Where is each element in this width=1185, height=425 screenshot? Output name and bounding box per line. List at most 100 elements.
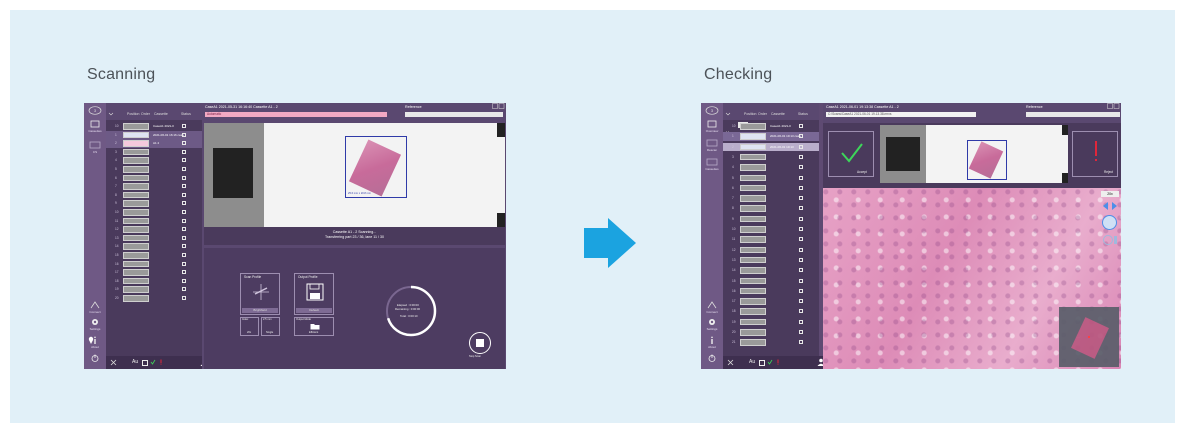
status-checkbox[interactable] [799, 288, 803, 293]
exclamation-icon[interactable] [776, 359, 780, 365]
status-checkbox[interactable] [799, 309, 803, 314]
list-item[interactable]: 16 [106, 260, 202, 269]
list-item[interactable]: 10 CaseA1 2021-0 [106, 122, 202, 131]
status-checkbox[interactable] [182, 287, 186, 292]
accept-button[interactable]: Accept [828, 131, 874, 177]
list-item[interactable]: 6 [723, 184, 819, 193]
status-checkbox[interactable] [182, 158, 186, 163]
list-item[interactable]: 1 2021-06-01 16:16 case [106, 130, 202, 140]
rescan-icon[interactable] [706, 139, 718, 147]
status-checkbox[interactable] [799, 165, 803, 170]
list-item[interactable]: 11 [723, 235, 819, 244]
col-cassette[interactable]: Cassette [154, 112, 168, 116]
status-checkbox[interactable] [799, 278, 803, 283]
list-item[interactable]: 21 [723, 338, 819, 347]
list-item[interactable]: 10 CaseA1 2021-0 [723, 122, 819, 131]
scan-profile-card[interactable]: Scan Profile Brightfield [240, 273, 280, 315]
status-checkbox[interactable] [799, 299, 803, 304]
connect-icon[interactable] [706, 301, 718, 309]
list-item[interactable]: 18 [106, 277, 202, 286]
list-item[interactable]: 19 [106, 285, 202, 294]
reference-field[interactable] [405, 112, 503, 117]
list-item[interactable]: 4 [106, 156, 202, 165]
zoom-level[interactable]: 20x [1101, 191, 1119, 197]
status-checkbox[interactable] [182, 124, 186, 128]
status-checkbox[interactable] [182, 175, 186, 180]
rotate-icon[interactable] [1102, 234, 1118, 246]
status-checkbox[interactable] [799, 216, 803, 221]
cs-icon[interactable] [89, 141, 101, 149]
mode-field[interactable]: Automatic [205, 112, 387, 117]
status-checkbox[interactable] [799, 227, 803, 231]
status-checkbox[interactable] [182, 141, 186, 146]
filter-checkbox[interactable] [759, 360, 765, 366]
list-item[interactable]: 12 [723, 246, 819, 255]
info-icon[interactable] [706, 336, 718, 344]
list-item[interactable]: 14 [723, 266, 819, 275]
list-item[interactable]: 8 [106, 191, 202, 200]
list-item[interactable]: 3 [106, 148, 202, 157]
list-item[interactable]: 17 [723, 297, 819, 306]
list-item[interactable]: 4 [723, 163, 819, 172]
list-item[interactable]: 14 [106, 242, 202, 251]
status-checkbox[interactable] [799, 247, 803, 252]
expand-icon[interactable] [725, 112, 733, 116]
status-checkbox[interactable] [182, 184, 186, 189]
col-status[interactable]: Status [181, 112, 191, 116]
filter-checkbox[interactable] [142, 360, 148, 366]
status-checkbox[interactable] [799, 257, 803, 262]
cassettes-icon[interactable] [89, 120, 101, 128]
reference-field[interactable] [1026, 112, 1120, 117]
status-checkbox[interactable] [182, 132, 186, 137]
minimap[interactable] [1059, 307, 1119, 367]
file-path-field[interactable]: C:\Scans\CaseA1 2021-06-01 19.13.38.mrxs [826, 112, 976, 117]
status-checkbox[interactable] [182, 192, 186, 197]
status-checkbox[interactable] [799, 340, 803, 345]
list-item[interactable]: 15 [723, 277, 819, 286]
list-item[interactable]: 1 2021-06-01 19:13 case [723, 132, 819, 141]
list-item[interactable]: 2 A1 2 [106, 139, 202, 148]
focus-button[interactable] [1102, 215, 1117, 230]
list-item[interactable]: 2 2021-06-01 19:13 [723, 142, 819, 152]
status-checkbox[interactable] [182, 167, 186, 171]
status-checkbox[interactable] [799, 319, 803, 324]
list-item[interactable]: 8 [723, 204, 819, 213]
list-item[interactable]: 5 [106, 165, 202, 174]
check-icon[interactable] [150, 359, 156, 365]
status-checkbox[interactable] [182, 210, 186, 214]
cassettes-icon[interactable] [706, 158, 718, 166]
gear-icon[interactable] [89, 318, 101, 326]
status-checkbox[interactable] [182, 253, 186, 257]
status-checkbox[interactable] [182, 149, 186, 154]
list-item[interactable]: 13 [723, 256, 819, 265]
exclamation-icon[interactable] [159, 359, 163, 365]
status-checkbox[interactable] [182, 261, 186, 266]
list-item[interactable]: 5 [723, 174, 819, 183]
window-controls-icon[interactable] [1107, 103, 1120, 110]
list-item[interactable]: 18 [723, 307, 819, 316]
list-item[interactable]: 12 [106, 225, 202, 234]
status-checkbox[interactable] [799, 134, 803, 139]
list-item[interactable]: 20 [106, 294, 202, 303]
list-item[interactable]: 7 [106, 182, 202, 191]
list-item[interactable]: 6 [106, 174, 202, 183]
status-checkbox[interactable] [182, 235, 186, 240]
status-checkbox[interactable] [182, 201, 186, 206]
status-checkbox[interactable] [799, 124, 803, 128]
connect-icon[interactable] [89, 301, 101, 309]
col-position[interactable]: Position [127, 112, 139, 116]
status-checkbox[interactable] [799, 196, 803, 201]
list-item[interactable]: 3 [723, 153, 819, 162]
list-item[interactable]: 17 [106, 268, 202, 277]
expand-icon[interactable] [108, 112, 116, 116]
list-item[interactable]: 13 [106, 234, 202, 243]
list-item[interactable]: 9 [723, 215, 819, 224]
tissue-viewer[interactable]: 20x [823, 188, 1121, 369]
collapse-icon[interactable] [110, 359, 117, 366]
list-item[interactable]: 11 [106, 217, 202, 226]
list-item[interactable]: 10 [723, 225, 819, 234]
col-order[interactable]: Order [758, 112, 767, 116]
status-checkbox[interactable] [799, 175, 803, 180]
status-checkbox[interactable] [182, 244, 186, 249]
col-position[interactable]: Position [744, 112, 756, 116]
